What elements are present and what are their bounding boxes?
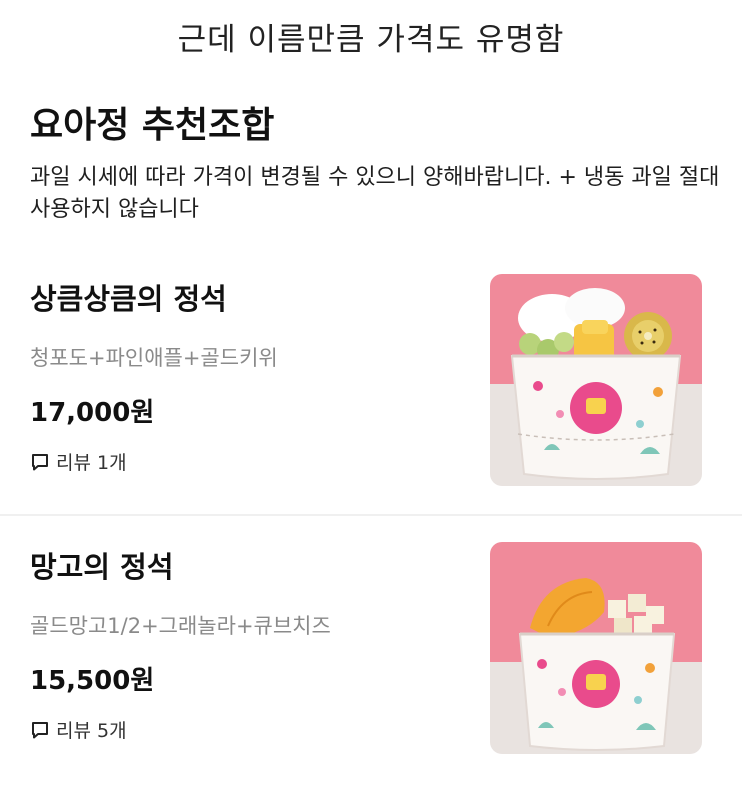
menu-item-description: 청포도+파인애플+골드키위 <box>30 346 278 370</box>
menu-item-name: 상큼상큼의 정석 <box>30 282 227 316</box>
menu-item-price: 15,500원 <box>30 666 155 696</box>
review-count: 리뷰 5개 <box>56 720 127 742</box>
menu-item-description: 골드망고1/2+그래놀라+큐브치즈 <box>30 614 331 638</box>
menu-item[interactable]: 망고의 정석 골드망고1/2+그래놀라+큐브치즈 15,500원 리뷰 5개 <box>0 530 742 786</box>
review-link[interactable]: 리뷰 1개 <box>30 448 127 475</box>
menu-item-price: 17,000원 <box>30 398 155 428</box>
section-notice: 과일 시세에 따라 가격이 변경될 수 있으니 양해바랍니다. + 냉동 과일 … <box>30 165 720 222</box>
item-divider <box>0 514 742 516</box>
menu-item-photo[interactable] <box>490 542 702 754</box>
menu-item[interactable]: 상큼상큼의 정석 청포도+파인애플+골드키위 17,000원 리뷰 1개 <box>0 262 742 518</box>
menu-item-name: 망고의 정석 <box>30 550 174 584</box>
review-count: 리뷰 1개 <box>56 452 127 474</box>
section-title: 요아정 추천조합 <box>30 105 275 146</box>
speech-bubble-icon <box>30 720 50 740</box>
menu-item-photo[interactable] <box>490 274 702 486</box>
review-link[interactable]: 리뷰 5개 <box>30 716 127 743</box>
speech-bubble-icon <box>30 452 50 472</box>
image-caption: 근데 이름만큼 가격도 유명함 <box>177 22 565 58</box>
